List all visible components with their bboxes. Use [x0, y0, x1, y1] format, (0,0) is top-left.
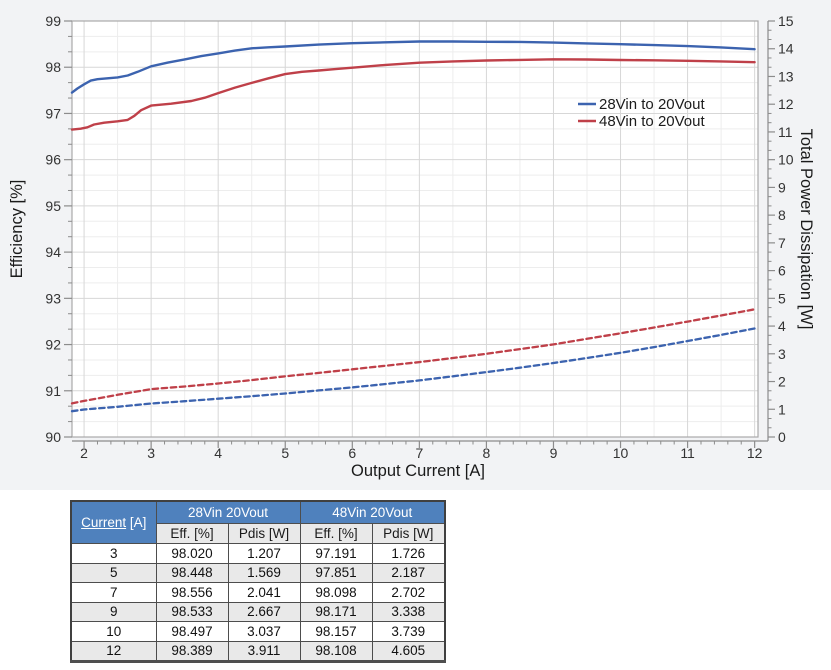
table-cell: 10 — [71, 622, 156, 642]
table-cell: 98.448 — [156, 563, 228, 583]
measurement-table: Current [A] 28Vin 20Vout 48Vin 20Vout Ef… — [70, 500, 446, 663]
y-right-tick-label: 9 — [778, 179, 786, 195]
y-right-tick-label: 10 — [778, 152, 794, 168]
table-row: 398.0201.20797.1911.726 — [71, 544, 445, 564]
header-group-28vin: 28Vin 20Vout — [156, 501, 300, 524]
table-cell: 98.020 — [156, 544, 228, 564]
y-right-axis-title: Total Power Dissipation [W] — [797, 129, 815, 330]
table-cell: 1.207 — [228, 544, 300, 564]
x-axis-tick-label: 5 — [281, 445, 289, 461]
table-cell: 97.851 — [300, 563, 372, 583]
y-left-tick-label: 92 — [45, 337, 61, 353]
efficiency-chart-container: 9091929394959697989901234567891011121314… — [0, 0, 831, 490]
table-header: Current [A] 28Vin 20Vout 48Vin 20Vout Ef… — [71, 501, 445, 544]
x-axis-tick-label: 8 — [483, 445, 491, 461]
table-cell: 2.041 — [228, 583, 300, 603]
table-cell: 98.108 — [300, 641, 372, 662]
table-cell: 2.187 — [372, 563, 445, 583]
table-cell: 3.338 — [372, 602, 445, 622]
subheader-pdis-28: Pdis [W] — [228, 524, 300, 544]
y-right-tick-label: 14 — [778, 41, 794, 57]
x-axis-title: Output Current [A] — [351, 462, 485, 480]
table-cell: 7 — [71, 583, 156, 603]
y-left-tick-label: 94 — [45, 244, 61, 260]
table-cell: 98.171 — [300, 602, 372, 622]
x-axis-tick-label: 7 — [415, 445, 423, 461]
y-left-tick-label: 99 — [45, 13, 61, 29]
y-right-tick-label: 4 — [778, 318, 786, 334]
x-axis-tick-label: 9 — [550, 445, 558, 461]
y-right-tick-label: 15 — [778, 13, 794, 29]
table-cell: 98.389 — [156, 641, 228, 662]
table-row: 1298.3893.91198.1084.605 — [71, 641, 445, 662]
x-axis-tick-label: 4 — [214, 445, 222, 461]
y-right-tick-label: 7 — [778, 235, 786, 251]
table-cell: 2.667 — [228, 602, 300, 622]
table-row: 1098.4973.03798.1573.739 — [71, 622, 445, 642]
table-cell: 4.605 — [372, 641, 445, 662]
x-axis-tick-label: 3 — [147, 445, 155, 461]
y-right-tick-label: 1 — [778, 401, 786, 417]
subheader-eff-48: Eff. [%] — [300, 524, 372, 544]
table-row: 798.5562.04198.0982.702 — [71, 583, 445, 603]
x-axis-tick-label: 11 — [680, 445, 695, 461]
table-cell: 1.726 — [372, 544, 445, 564]
table-cell: 3.911 — [228, 641, 300, 662]
table-cell: 5 — [71, 563, 156, 583]
y-left-tick-label: 93 — [45, 290, 61, 306]
x-axis-tick-label: 2 — [80, 445, 88, 461]
legend-label: 28Vin to 20Vout — [599, 96, 705, 113]
header-current-word: Current — [81, 515, 126, 530]
plot-area — [72, 21, 758, 437]
table-row: 998.5332.66798.1713.338 — [71, 602, 445, 622]
table-cell: 3 — [71, 544, 156, 564]
y-left-tick-label: 97 — [45, 105, 61, 121]
table-cell: 98.556 — [156, 583, 228, 603]
y-left-tick-label: 90 — [45, 429, 61, 445]
subheader-pdis-48: Pdis [W] — [372, 524, 445, 544]
table-cell: 3.739 — [372, 622, 445, 642]
table-cell: 12 — [71, 641, 156, 662]
y-left-axis-title: Efficiency [%] — [8, 180, 26, 279]
table-body: 398.0201.20797.1911.726598.4481.56997.85… — [71, 544, 445, 662]
table-cell: 98.533 — [156, 602, 228, 622]
page: 9091929394959697989901234567891011121314… — [0, 0, 831, 670]
x-axis-tick-label: 6 — [348, 445, 356, 461]
y-right-tick-label: 0 — [778, 429, 786, 445]
y-left-tick-label: 91 — [45, 383, 61, 399]
header-current: Current [A] — [71, 501, 156, 544]
x-axis-tick-label: 12 — [747, 445, 763, 461]
table-cell: 9 — [71, 602, 156, 622]
table-cell: 98.098 — [300, 583, 372, 603]
y-left-tick-label: 96 — [45, 152, 61, 168]
y-right-tick-label: 11 — [778, 124, 793, 140]
header-group-48vin: 48Vin 20Vout — [300, 501, 445, 524]
y-right-tick-label: 3 — [778, 346, 786, 362]
table-cell: 2.702 — [372, 583, 445, 603]
y-right-tick-label: 13 — [778, 68, 794, 84]
efficiency-chart: 9091929394959697989901234567891011121314… — [0, 0, 831, 490]
y-right-tick-label: 6 — [778, 263, 786, 279]
y-right-tick-label: 2 — [778, 374, 786, 390]
y-right-tick-label: 5 — [778, 290, 786, 306]
table-cell: 98.497 — [156, 622, 228, 642]
y-right-tick-label: 12 — [778, 96, 794, 112]
header-current-unit: [A] — [126, 515, 146, 530]
table-cell: 98.157 — [300, 622, 372, 642]
legend-label: 48Vin to 20Vout — [599, 113, 705, 130]
x-axis-tick-label: 10 — [613, 445, 629, 461]
y-left-tick-label: 98 — [45, 59, 61, 75]
table-cell: 1.569 — [228, 563, 300, 583]
y-right-tick-label: 8 — [778, 207, 786, 223]
table-cell: 3.037 — [228, 622, 300, 642]
table-cell: 97.191 — [300, 544, 372, 564]
subheader-eff-28: Eff. [%] — [156, 524, 228, 544]
y-left-tick-label: 95 — [45, 198, 61, 214]
table-row: 598.4481.56997.8512.187 — [71, 563, 445, 583]
